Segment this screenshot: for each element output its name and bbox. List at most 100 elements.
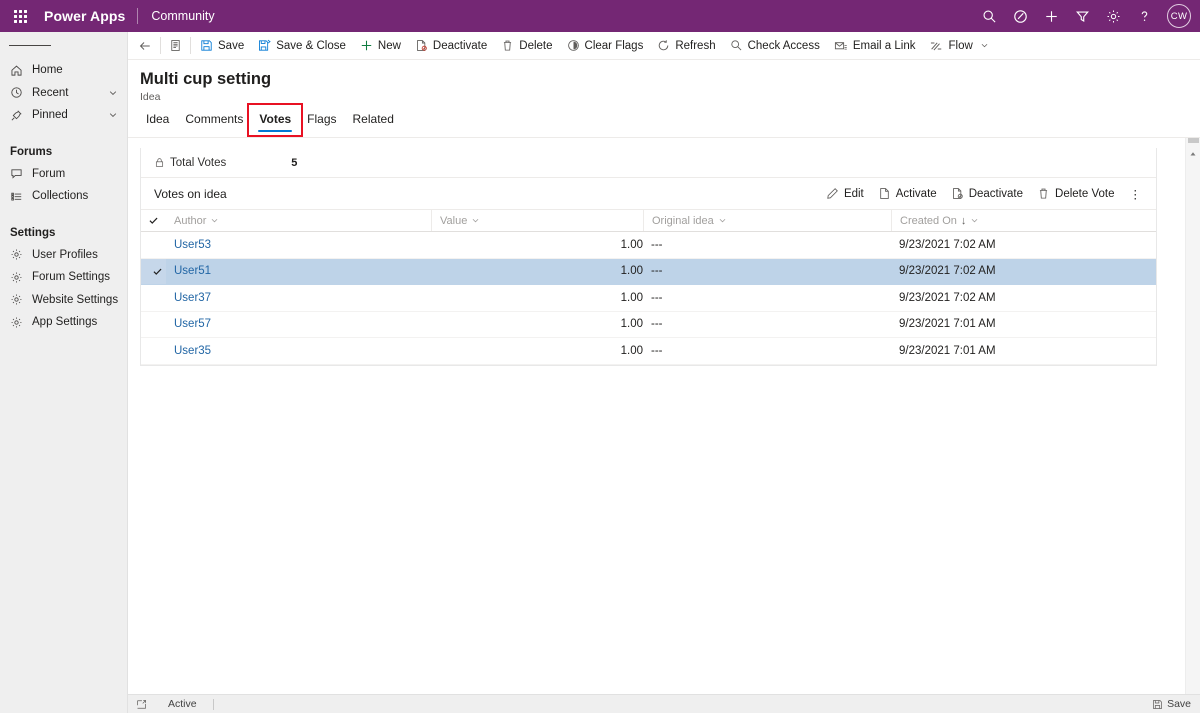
cell-value: 1.00 xyxy=(431,258,643,285)
sidebar-group-header-settings: Settings xyxy=(10,226,56,239)
command-label: Delete xyxy=(519,39,553,52)
form-tabs: Idea Comments Votes Flags Related xyxy=(128,103,1200,137)
tab-comments[interactable]: Comments xyxy=(177,112,251,132)
table-header-row: Author Value Original idea Created On ↓ xyxy=(141,209,1156,232)
table-row[interactable]: User35 1.00 --- 9/23/2021 7:01 AM xyxy=(141,337,1156,365)
sidebar-item-forum[interactable]: Forum xyxy=(0,163,127,186)
row-checkbox[interactable] xyxy=(141,337,166,365)
command-bar: Save Save & Close New Deactivate Delete … xyxy=(128,32,1200,60)
chevron-down-icon[interactable] xyxy=(970,216,979,225)
email-link-icon xyxy=(834,39,848,53)
author-link[interactable]: User35 xyxy=(174,345,211,357)
table-row[interactable]: User37 1.00 --- 9/23/2021 7:02 AM xyxy=(141,284,1156,312)
chevron-down-icon[interactable] xyxy=(980,41,989,50)
sidebar-item-pinned[interactable]: Pinned xyxy=(0,104,127,127)
chevron-down-icon[interactable] xyxy=(718,216,727,225)
chevron-down-icon[interactable] xyxy=(108,110,127,120)
table-row[interactable]: User53 1.00 --- 9/23/2021 7:02 AM xyxy=(141,231,1156,259)
chevron-down-icon[interactable] xyxy=(108,88,127,98)
save-button[interactable]: Save xyxy=(193,32,251,60)
app-name-label: Community xyxy=(151,9,215,23)
refresh-button[interactable]: Refresh xyxy=(650,32,722,60)
row-checkbox[interactable] xyxy=(141,311,166,338)
gear-icon xyxy=(10,293,27,306)
subgrid-commands: Edit Activate Deactivate Delete Vote ⋮ xyxy=(819,182,1147,206)
edit-button[interactable]: Edit xyxy=(819,182,871,206)
subgrid-command-label: Delete Vote xyxy=(1055,187,1115,200)
sidebar-item-collections[interactable]: Collections xyxy=(0,185,127,208)
save-close-icon xyxy=(258,39,271,52)
author-link[interactable]: User57 xyxy=(174,318,211,330)
votes-table-header: Author Value Original idea Created On ↓ xyxy=(141,209,1156,232)
cell-created-on: 9/23/2021 7:02 AM xyxy=(891,284,1156,312)
brand-label: Power Apps xyxy=(44,8,126,24)
scroll-up-arrow-icon[interactable] xyxy=(1186,147,1200,161)
pin-icon xyxy=(10,109,27,122)
plus-icon xyxy=(360,39,373,52)
new-button[interactable]: New xyxy=(353,32,408,60)
chevron-down-icon[interactable] xyxy=(471,216,480,225)
filter-icon[interactable] xyxy=(1067,0,1098,32)
status-save-button[interactable]: Save xyxy=(1152,698,1200,710)
cell-author[interactable]: User53 xyxy=(166,231,431,259)
table-row[interactable]: User57 1.00 --- 9/23/2021 7:01 AM xyxy=(141,311,1156,338)
deactivate-button[interactable]: Deactivate xyxy=(944,182,1030,206)
sidebar-item-app-settings[interactable]: App Settings xyxy=(0,311,127,334)
check-access-button[interactable]: Check Access xyxy=(723,32,827,60)
total-votes-value: 5 xyxy=(291,156,298,169)
author-link[interactable]: User53 xyxy=(174,239,211,251)
overflow-menu-button[interactable]: ⋮ xyxy=(1122,182,1148,206)
scrollbar-thumb[interactable] xyxy=(1188,138,1199,143)
email-a-link-button[interactable]: Email a Link xyxy=(827,32,923,60)
save-and-close-button[interactable]: Save & Close xyxy=(251,32,353,60)
search-icon[interactable] xyxy=(974,0,1005,32)
select-all-header[interactable] xyxy=(141,209,166,232)
delete-button[interactable]: Delete xyxy=(494,32,559,60)
clear-flags-button[interactable]: Clear Flags xyxy=(560,32,651,60)
flow-button[interactable]: Flow xyxy=(922,32,995,60)
cell-author[interactable]: User37 xyxy=(166,284,431,312)
row-checkbox[interactable] xyxy=(141,258,166,285)
row-checkbox[interactable] xyxy=(141,231,166,259)
trash-icon xyxy=(501,39,514,52)
command-label: New xyxy=(377,39,401,52)
sidebar-item-user-profiles[interactable]: User Profiles xyxy=(0,244,127,267)
author-link[interactable]: User51 xyxy=(174,265,211,277)
gear-icon[interactable] xyxy=(1098,0,1129,32)
column-header-created-on[interactable]: Created On ↓ xyxy=(891,209,1156,232)
help-icon[interactable] xyxy=(1129,0,1160,32)
back-button[interactable] xyxy=(132,32,158,60)
cell-author[interactable]: User35 xyxy=(166,337,431,365)
column-header-original-idea[interactable]: Original idea xyxy=(643,209,891,232)
tab-related[interactable]: Related xyxy=(345,112,402,132)
deactivate-button[interactable]: Deactivate xyxy=(408,32,494,60)
tab-votes[interactable]: Votes xyxy=(247,103,304,137)
check-circle-icon[interactable] xyxy=(1005,0,1036,32)
sidebar-item-recent[interactable]: Recent xyxy=(0,82,127,105)
sidebar-item-home[interactable]: Home xyxy=(0,59,127,82)
activate-button[interactable]: Activate xyxy=(871,182,944,206)
site-map-toggle-button[interactable] xyxy=(0,32,127,59)
sidebar-item-forum-settings[interactable]: Forum Settings xyxy=(0,266,127,289)
lock-icon xyxy=(154,157,165,168)
tab-idea[interactable]: Idea xyxy=(138,112,177,132)
user-avatar[interactable]: CW xyxy=(1167,4,1191,28)
cell-original-idea: --- xyxy=(643,284,891,312)
cell-author[interactable]: User51 xyxy=(166,258,431,285)
column-header-value[interactable]: Value xyxy=(431,209,643,232)
activate-icon xyxy=(878,187,891,200)
author-link[interactable]: User37 xyxy=(174,292,211,304)
app-launcher-button[interactable] xyxy=(0,0,40,32)
row-checkbox[interactable] xyxy=(141,284,166,312)
table-row[interactable]: User51 1.00 --- 9/23/2021 7:02 AM xyxy=(141,258,1156,285)
sidebar-item-label: Forum Settings xyxy=(32,271,110,284)
plus-icon[interactable] xyxy=(1036,0,1067,32)
vertical-scrollbar[interactable] xyxy=(1185,138,1200,694)
tab-flags[interactable]: Flags xyxy=(299,112,344,132)
chevron-down-icon[interactable] xyxy=(210,216,219,225)
sidebar-item-website-settings[interactable]: Website Settings xyxy=(0,289,127,312)
delete-vote-button[interactable]: Delete Vote xyxy=(1030,182,1121,206)
column-header-author[interactable]: Author xyxy=(166,209,431,232)
cell-author[interactable]: User57 xyxy=(166,311,431,338)
form-selector-button[interactable] xyxy=(163,32,188,60)
